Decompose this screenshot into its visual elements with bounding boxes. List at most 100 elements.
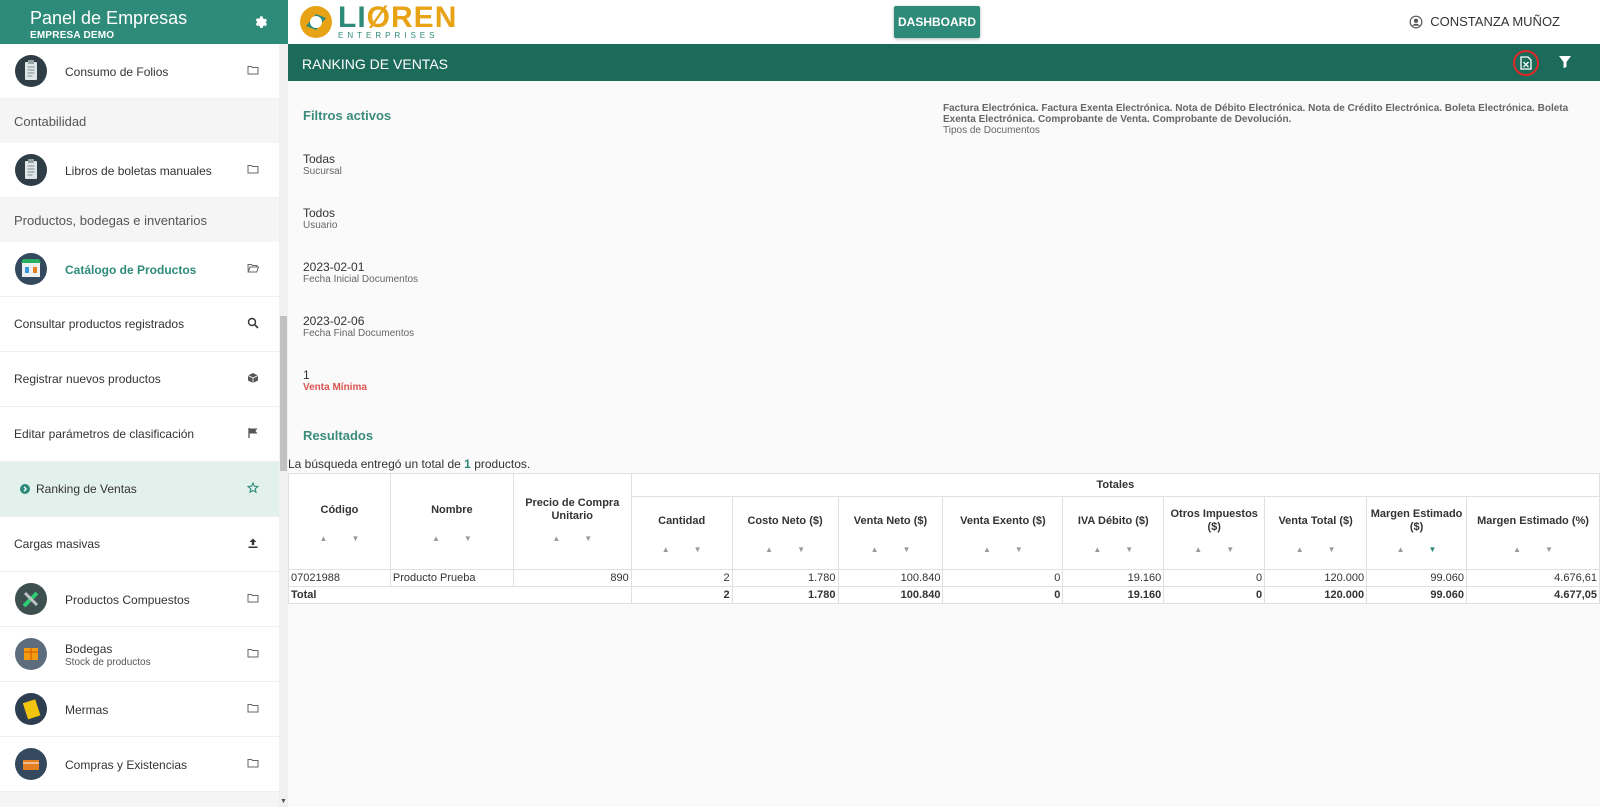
table-row[interactable]: 07021988 Producto Prueba 890 2 1.780 100.840 0… [288,569,1600,587]
table-cell: 4.676,61 [1466,569,1600,587]
sidebar-section-header: Contabilidad [0,99,279,143]
sort-ascending-icon[interactable]: ▲ [1513,545,1521,554]
column-header-label: Nombre [431,503,473,516]
sidebar-item-label: Ranking de Ventas [36,482,137,496]
sort-ascending-icon[interactable]: ▲ [662,545,670,554]
sidebar: Panel de Empresas EMPRESA DEMO Consumo d… [0,0,288,807]
sort-descending-icon[interactable]: ▼ [1015,545,1023,554]
column-header[interactable]: Venta Total ($) ▲ ▼ [1264,496,1368,570]
scrollbar-thumb[interactable] [280,316,287,471]
folder-icon [247,64,259,76]
table-cell: 120.000 [1264,569,1368,587]
column-header-label: Cantidad [658,514,706,527]
user-menu[interactable]: CONSTANZA MUÑOZ [1409,14,1560,29]
main-content: Filtros activos Factura Electrónica. Fac… [288,81,1600,807]
gear-icon[interactable] [252,13,268,29]
sort-ascending-icon[interactable]: ▲ [765,545,773,554]
sort-descending-icon[interactable]: ▼ [1226,545,1234,554]
filter-usuario: Todos Usuario [303,206,337,231]
column-header-label: Venta Exento ($) [960,514,1046,527]
sidebar-item[interactable]: Cargas masivas [0,517,279,572]
filter-fecha-inicial: 2023-02-01 Fecha Inicial Documentos [303,260,418,285]
sort-descending-icon[interactable]: ▼ [1328,545,1336,554]
folder-icon [247,592,259,604]
column-header[interactable]: Margen Estimado ($) ▲ ▼ [1366,496,1468,570]
fecha-final-value: 2023-02-06 [303,314,365,328]
filter-sucursal: Todas Sucursal [303,152,342,177]
sort-ascending-icon[interactable]: ▲ [1194,545,1202,554]
scroll-down-arrow-icon[interactable]: ▼ [280,798,287,805]
table-cell: 0 [942,569,1064,587]
filter-fecha-final: 2023-02-06 Fecha Final Documentos [303,314,414,339]
sidebar-item[interactable]: Mermas [0,682,279,737]
fecha-inicial-value: 2023-02-01 [303,260,365,274]
page-title: RANKING DE VENTAS [302,56,448,72]
sidebar-item[interactable]: Ranking de Ventas [0,462,279,517]
sort-ascending-icon[interactable]: ▲ [1296,545,1304,554]
sort-descending-icon[interactable]: ▼ [351,534,359,543]
sort-ascending-icon[interactable]: ▲ [320,534,328,543]
sidebar-subtitle: EMPRESA DEMO [30,30,115,41]
total-cell: 120.000 [1264,586,1368,604]
sort-ascending-icon[interactable]: ▲ [432,534,440,543]
column-header[interactable]: Venta Neto ($) ▲ ▼ [837,496,944,570]
fecha-final-label: Fecha Final Documentos [303,328,415,339]
sucursal-value: Todas [303,152,336,166]
sidebar-item[interactable]: Productos Compuestos [0,572,279,627]
sort-descending-icon[interactable]: ▼ [1429,545,1437,554]
total-cell: 1.780 [731,586,839,604]
sidebar-item-label: Consultar productos registrados [14,317,185,331]
sort-ascending-icon[interactable]: ▲ [1397,545,1405,554]
total-cell: 19.160 [1062,586,1165,604]
top-bar: LIØREN ENTERPRISES DASHBOARD CONSTANZA M… [288,0,1600,44]
sidebar-header: Panel de Empresas EMPRESA DEMO [0,0,288,44]
warehouse-avatar [15,638,47,670]
sort-ascending-icon[interactable]: ▲ [871,545,879,554]
dashboard-button[interactable]: DASHBOARD [894,6,980,38]
column-header[interactable]: Otros Impuestos ($) ▲ ▼ [1163,496,1266,570]
table-cell: Producto Prueba [389,569,514,587]
column-header[interactable]: Costo Neto ($) ▲ ▼ [731,496,839,570]
sidebar-item[interactable]: Registrar nuevos productos [0,352,279,407]
column-header-label: IVA Débito ($) [1077,514,1149,527]
sort-ascending-icon[interactable]: ▲ [983,545,991,554]
document-types-value: Factura Electrónica. Factura Exenta Elec… [943,103,1569,125]
total-cell: 99.060 [1366,586,1468,604]
sort-ascending-icon[interactable]: ▲ [552,534,560,543]
sidebar-item[interactable]: Consultar productos registrados [0,297,279,352]
column-header[interactable]: Venta Exento ($) ▲ ▼ [942,496,1064,570]
sidebar-item[interactable]: Compras y Existencias [0,737,279,792]
company-logo[interactable]: LIØREN ENTERPRISES [298,2,457,41]
sidebar-item-label: Compras y Existencias [65,757,188,772]
sort-ascending-icon[interactable]: ▲ [1093,545,1101,554]
folder-icon [247,647,259,659]
column-header-label: Margen Estimado (%) [1477,514,1589,527]
sort-descending-icon[interactable]: ▼ [1125,545,1133,554]
column-header[interactable]: Margen Estimado (%) ▲ ▼ [1466,496,1600,570]
sort-descending-icon[interactable]: ▼ [1545,545,1553,554]
export-excel-button[interactable] [1513,50,1539,76]
filter-icon[interactable] [1558,55,1572,69]
cart-avatar [15,748,47,780]
sidebar-item[interactable]: Editar parámetros de clasificación [0,407,279,462]
column-header[interactable]: IVA Débito ($) ▲ ▼ [1062,496,1165,570]
sidebar-scrollbar[interactable]: ▼ [279,44,288,807]
sort-descending-icon[interactable]: ▼ [464,534,472,543]
sort-descending-icon[interactable]: ▼ [902,545,910,554]
sidebar-item-label: Registrar nuevos productos [14,372,161,386]
sidebar-item-label: Mermas [65,702,109,717]
column-header[interactable]: Cantidad ▲ ▼ [630,496,733,570]
sidebar-item[interactable]: Libros de boletas manuales [0,143,279,198]
column-header[interactable]: Código ▲ ▼ [288,473,391,570]
sort-descending-icon[interactable]: ▼ [584,534,592,543]
sidebar-item[interactable]: Consumo de Folios [0,44,279,99]
column-header[interactable]: Precio de Compra Unitario ▲ ▼ [512,473,632,570]
total-cell: 0 [942,586,1064,604]
sort-descending-icon[interactable]: ▼ [797,545,805,554]
sucursal-label: Sucursal [303,166,342,177]
sidebar-item[interactable]: Catálogo de Productos [0,242,279,297]
sort-descending-icon[interactable]: ▼ [694,545,702,554]
search-icon [247,317,259,329]
column-header[interactable]: Nombre ▲ ▼ [389,473,514,570]
sidebar-item[interactable]: Bodegas Stock de productos [0,627,279,682]
